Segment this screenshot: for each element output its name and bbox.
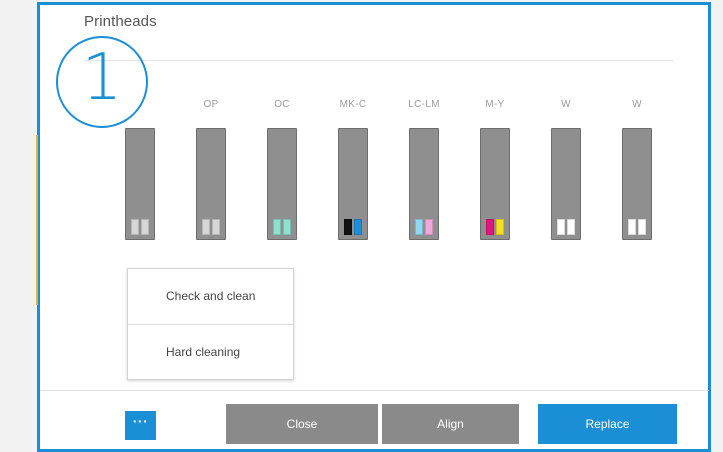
printhead-label: LC-LM: [408, 99, 440, 110]
ink-color-chip: [628, 219, 636, 235]
ink-color-chip: [415, 219, 423, 235]
ink-color-chip: [425, 219, 433, 235]
ink-color-chip: [496, 219, 504, 235]
close-button[interactable]: Close: [226, 404, 378, 444]
printhead-color-swatch: [202, 219, 220, 235]
menu-item-check-and-clean[interactable]: Check and clean: [128, 269, 293, 324]
ink-color-chip: [557, 219, 565, 235]
printhead-cartridge[interactable]: [551, 128, 581, 240]
ink-color-chip: [344, 219, 352, 235]
printhead-label: M-Y: [485, 99, 505, 110]
ink-color-chip: [202, 219, 210, 235]
printhead-color-swatch: [344, 219, 362, 235]
printhead-cartridge[interactable]: [622, 128, 652, 240]
printhead-label: MK-C: [339, 99, 367, 110]
left-accent-bar: [36, 135, 38, 305]
printhead-color-swatch: [628, 219, 646, 235]
ink-color-chip: [354, 219, 362, 235]
ink-color-chip: [273, 219, 281, 235]
printhead-cartridge[interactable]: [480, 128, 510, 240]
printhead-color-swatch: [557, 219, 575, 235]
dialog-title: Printheads: [84, 13, 157, 30]
printhead-color-swatch: [131, 219, 149, 235]
printhead-label: W: [632, 99, 642, 110]
printhead-cartridge[interactable]: [196, 128, 226, 240]
printhead-label: OC: [274, 99, 290, 110]
footer-divider: [40, 390, 709, 391]
ink-color-chip: [141, 219, 149, 235]
printhead-cartridge[interactable]: [267, 128, 297, 240]
step-number: 1: [81, 41, 123, 115]
printhead-cartridge[interactable]: [409, 128, 439, 240]
printhead-label: OP: [203, 99, 219, 110]
ink-color-chip: [486, 219, 494, 235]
replace-button[interactable]: Replace: [538, 404, 677, 444]
menu-item-hard-cleaning[interactable]: Hard cleaning: [128, 325, 293, 380]
align-button[interactable]: Align: [382, 404, 519, 444]
printhead-color-swatch: [486, 219, 504, 235]
more-options-button[interactable]: ···: [125, 411, 156, 440]
title-divider: [84, 60, 674, 61]
ink-color-chip: [638, 219, 646, 235]
printhead-color-swatch: [273, 219, 291, 235]
ink-color-chip: [567, 219, 575, 235]
printhead-label: W: [561, 99, 571, 110]
printhead-actions-menu: Check and clean Hard cleaning: [127, 268, 294, 380]
printhead-color-swatch: [415, 219, 433, 235]
printhead-cartridge[interactable]: [125, 128, 155, 240]
ink-color-chip: [212, 219, 220, 235]
ink-color-chip: [283, 219, 291, 235]
printhead-cartridge[interactable]: [338, 128, 368, 240]
ink-color-chip: [131, 219, 139, 235]
